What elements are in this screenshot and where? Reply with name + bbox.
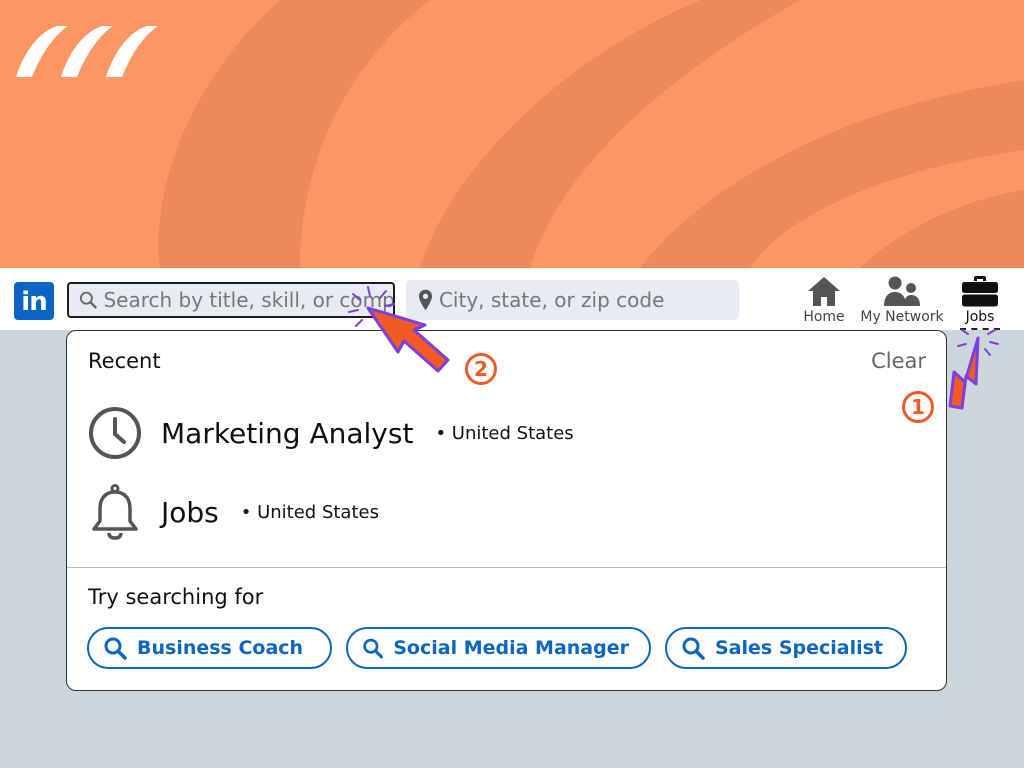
home-icon: [808, 277, 840, 306]
job-search-input[interactable]: [103, 288, 393, 312]
job-alert-item[interactable]: Jobs • United States: [87, 484, 379, 540]
briefcase-icon: [962, 276, 998, 307]
brand-logo: [16, 26, 158, 77]
click-spark-icon: [957, 329, 999, 356]
job-alert-location: • United States: [240, 501, 379, 523]
job-search-box[interactable]: [67, 282, 395, 318]
search-icon: [363, 638, 384, 659]
nav-jobs[interactable]: Jobs: [956, 273, 1004, 330]
search-suggestions-dropdown: Recent Clear Marketing Analyst • United …: [66, 330, 947, 691]
search-icon: [79, 291, 97, 309]
try-searching-title: Try searching for: [88, 585, 264, 609]
suggestion-chip-label: Sales Specialist: [715, 637, 884, 659]
search-icon: [682, 637, 705, 660]
nav-my-network[interactable]: My Network: [855, 273, 949, 325]
location-input[interactable]: [438, 288, 739, 312]
recent-search-location: • United States: [435, 422, 574, 444]
nav-home[interactable]: Home: [800, 273, 848, 325]
nav-my-network-label: My Network: [860, 309, 944, 325]
suggestion-chip-sales-specialist[interactable]: Sales Specialist: [665, 627, 907, 669]
bell-icon: [92, 484, 138, 540]
job-alert-title: Jobs: [161, 495, 219, 529]
nav-jobs-label: Jobs: [965, 309, 995, 325]
recent-search-title: Marketing Analyst: [161, 416, 414, 450]
clock-icon: [89, 407, 141, 459]
step-number-badge: 2: [465, 353, 497, 385]
suggestion-chip-social-media-manager[interactable]: Social Media Manager: [346, 627, 651, 669]
location-pin-icon: [418, 289, 433, 311]
search-icon: [104, 637, 127, 660]
header-banner: [0, 0, 1024, 268]
recent-search-item[interactable]: Marketing Analyst • United States: [87, 405, 574, 461]
people-icon: [884, 276, 920, 306]
section-divider: [67, 567, 946, 568]
step-number-badge: 1: [902, 391, 934, 423]
nav-home-label: Home: [803, 309, 845, 325]
suggestion-chip-label: Social Media Manager: [393, 637, 629, 659]
linkedin-logo[interactable]: in: [14, 282, 54, 320]
suggestion-chip-business-coach[interactable]: Business Coach: [87, 627, 332, 669]
suggestion-chip-label: Business Coach: [137, 637, 304, 659]
recent-section-title: Recent: [88, 349, 161, 373]
pointer-arrow-icon: [948, 336, 980, 410]
clear-recent-button[interactable]: Clear: [871, 349, 926, 373]
active-tab-indicator: [960, 326, 1000, 330]
location-search-box[interactable]: [406, 280, 739, 320]
